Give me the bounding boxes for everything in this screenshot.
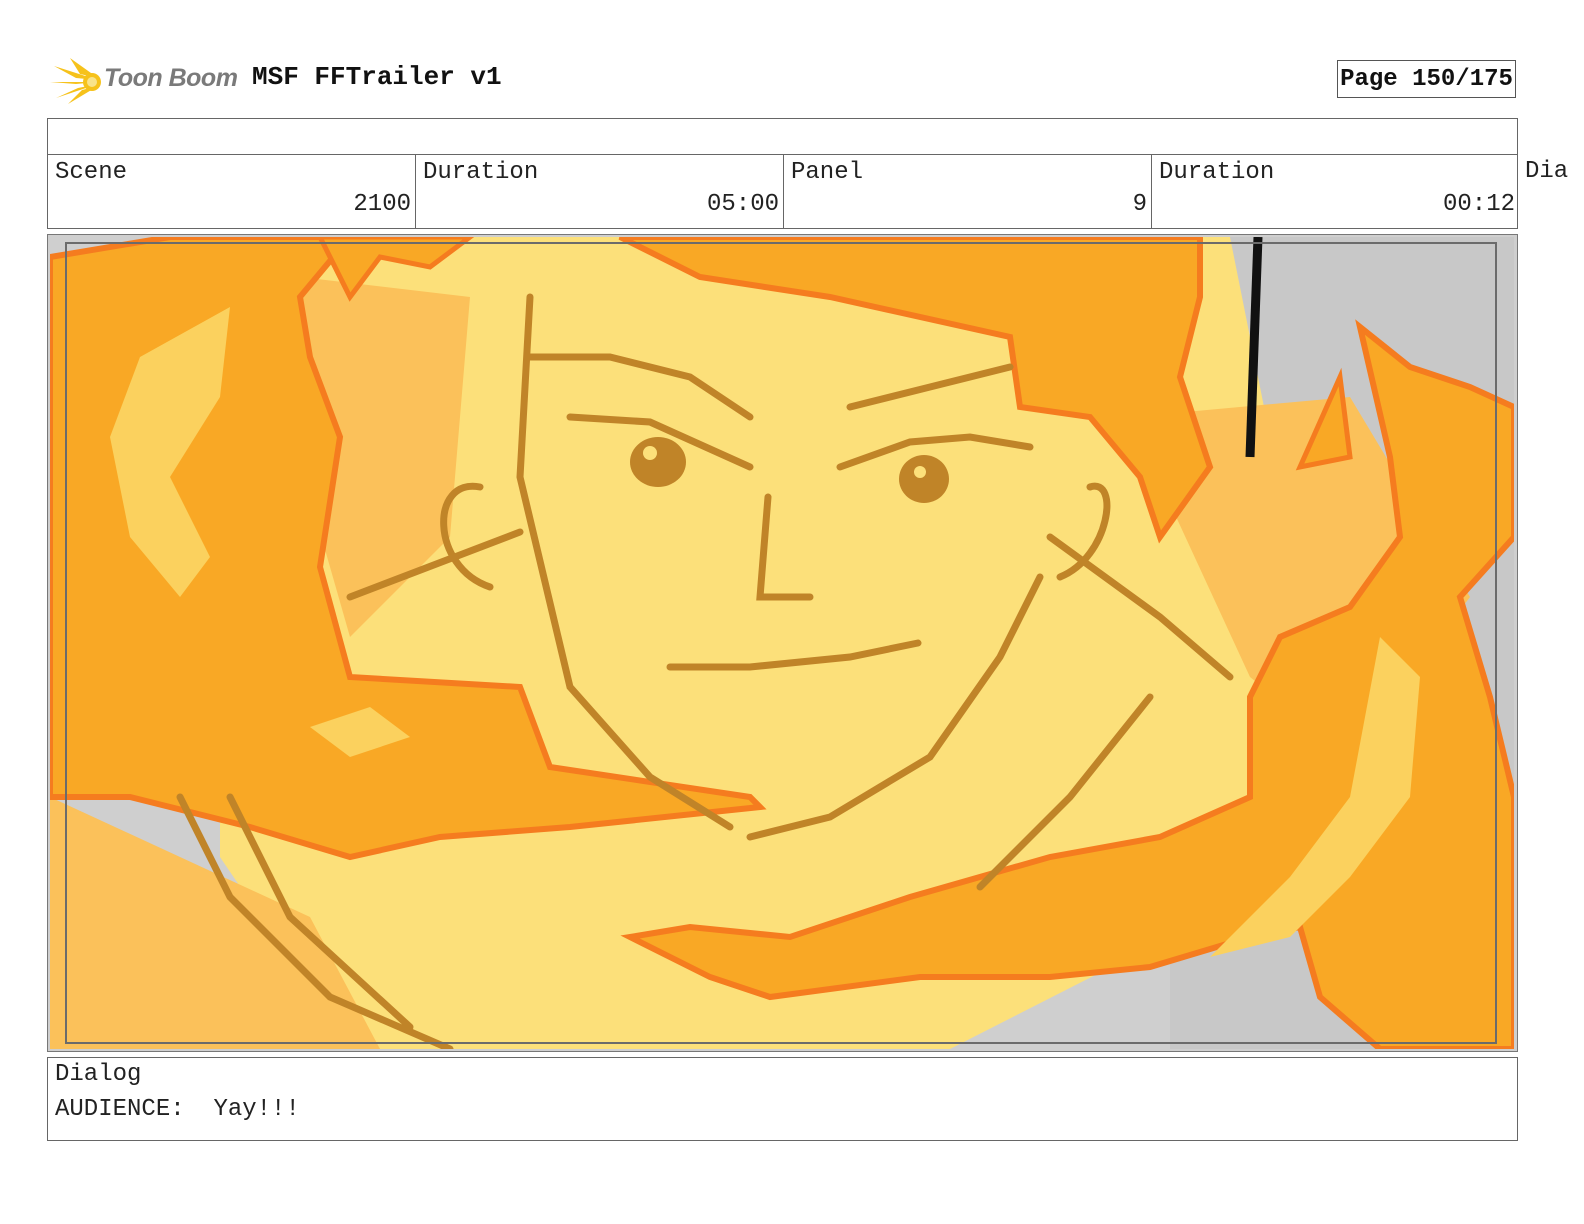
scene-label: Scene [55,159,128,186]
project-title: MSF FFTrailer v1 [252,62,502,92]
storyboard-drawing [50,237,1514,1049]
panel-cell: Panel 9 [784,155,1152,228]
logo-wordmark: Toon Boom [104,64,238,92]
scene-duration-cell: Duration 05:00 [416,155,784,228]
starburst-logo-icon [50,58,101,104]
toon-boom-logo: Toon Boom [50,54,240,106]
scene-value: 2100 [353,191,411,218]
panel-info-row: Scene 2100 Duration 05:00 Panel 9 Durati… [47,154,1518,229]
scene-cell: Scene 2100 [48,155,416,228]
dialog-line: AUDIENCE: Yay!!! [55,1096,300,1123]
storyboard-panel-image [47,234,1518,1052]
page-indicator: Page 150/175 [1337,60,1516,98]
scene-duration-label: Duration [423,159,539,186]
dialog-label: Dialog [55,1061,142,1088]
panel-label: Panel [791,159,864,186]
dialog-text: Yay!!! [213,1096,300,1123]
panel-duration-cell: Duration 00:12 [1152,155,1519,228]
dialog-column-overflow-label: Dia [1525,158,1569,185]
scene-duration-value: 05:00 [706,191,779,218]
panel-value: 9 [1132,191,1147,218]
panel-duration-value: 00:12 [1442,191,1515,218]
header-strip [47,118,1518,155]
dialog-speaker: AUDIENCE: [55,1096,185,1123]
panel-duration-label: Duration [1159,159,1275,186]
dialog-box: Dialog AUDIENCE: Yay!!! [47,1057,1518,1141]
